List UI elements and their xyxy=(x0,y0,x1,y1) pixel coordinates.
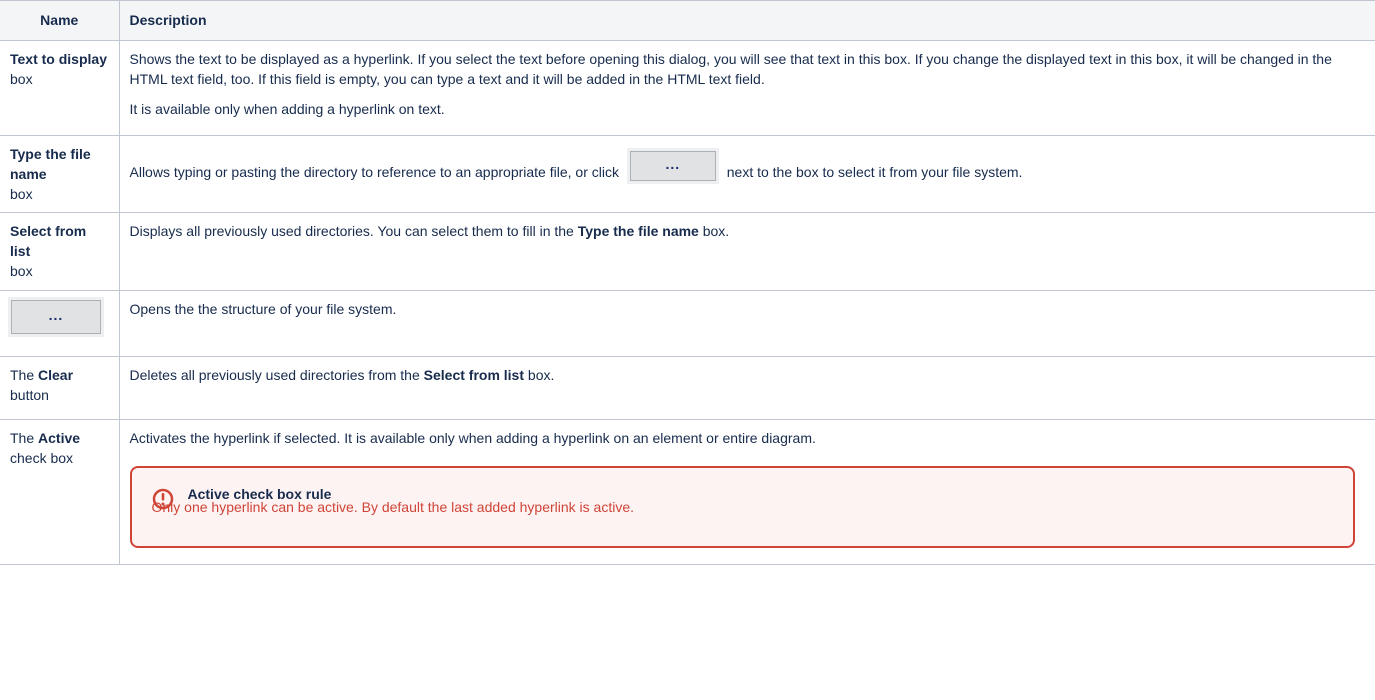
description-cell: Deletes all previously used directories … xyxy=(118,356,1375,420)
description-bold: Type the file name xyxy=(577,223,699,239)
name-bold: Clear xyxy=(38,367,74,383)
name-rest: check box xyxy=(10,450,74,466)
button-label: ... xyxy=(11,300,101,334)
description-cell: Shows the text to be displayed as a hype… xyxy=(118,40,1375,136)
name-bold: Text to display xyxy=(10,51,107,67)
header-description: Description xyxy=(118,0,1375,41)
warning-panel: Active check box rule Only one hyperlink… xyxy=(129,466,1355,548)
description-text: box. xyxy=(702,223,730,239)
description-bold: Select from list xyxy=(423,367,525,383)
header-name: Name xyxy=(0,0,120,41)
table-row: ... Opens the the structure of your file… xyxy=(0,290,1375,357)
description-text: Allows typing or pasting the directory t… xyxy=(129,164,619,180)
ellipsis-button-icon: ... xyxy=(8,297,104,337)
description-cell: Allows typing or pasting the directory t… xyxy=(118,135,1375,213)
table-row: Type the file name box Allows typing or … xyxy=(0,135,1375,213)
table-row: The Active check box Activates the hyper… xyxy=(0,419,1375,565)
description-text: Activates the hyperlink if selected. It … xyxy=(129,430,816,446)
description-cell: Opens the the structure of your file sys… xyxy=(118,290,1375,357)
name-rest: box xyxy=(10,71,33,87)
name-bold: Select from list xyxy=(10,223,87,259)
button-label: ... xyxy=(629,151,716,181)
name-cell: Select from list box xyxy=(0,212,120,291)
name-cell: Type the file name box xyxy=(0,135,120,213)
name-rest: box xyxy=(10,186,33,202)
name-bold: Active xyxy=(38,430,81,446)
description-text: Deletes all previously used directories … xyxy=(129,367,420,383)
description-cell: Displays all previously used directories… xyxy=(118,212,1375,291)
warning-text: Only one hyperlink can be active. By def… xyxy=(151,499,635,515)
name-rest: button xyxy=(10,387,49,403)
name-pre: The xyxy=(10,430,35,446)
description-text: Opens the the structure of your file sys… xyxy=(129,301,397,317)
name-cell: Text to display box xyxy=(0,40,120,136)
description-paragraph: It is available only when adding a hyper… xyxy=(129,101,445,117)
name-rest: box xyxy=(10,263,33,279)
ellipsis-button-icon: ... xyxy=(626,148,719,184)
description-cell: Activates the hyperlink if selected. It … xyxy=(118,419,1375,565)
name-bold: Type the file name xyxy=(10,146,91,182)
description-paragraph: Shows the text to be displayed as a hype… xyxy=(129,51,1332,87)
description-text: next to the box to select it from your f… xyxy=(726,164,1023,180)
name-cell: The Clear button xyxy=(0,356,120,420)
description-text: box. xyxy=(527,367,555,383)
name-cell: ... xyxy=(0,290,120,357)
name-cell: The Active check box xyxy=(0,419,120,565)
table-row: The Clear button Deletes all previously … xyxy=(0,356,1375,420)
table-row: Text to display box Shows the text to be… xyxy=(0,40,1375,136)
description-text: Displays all previously used directories… xyxy=(129,223,574,239)
table-row: Select from list box Displays all previo… xyxy=(0,212,1375,291)
name-pre: The xyxy=(10,367,35,383)
properties-table: Name Description Text to display box Sho… xyxy=(0,0,1375,565)
table-header-row: Name Description xyxy=(0,0,1375,41)
